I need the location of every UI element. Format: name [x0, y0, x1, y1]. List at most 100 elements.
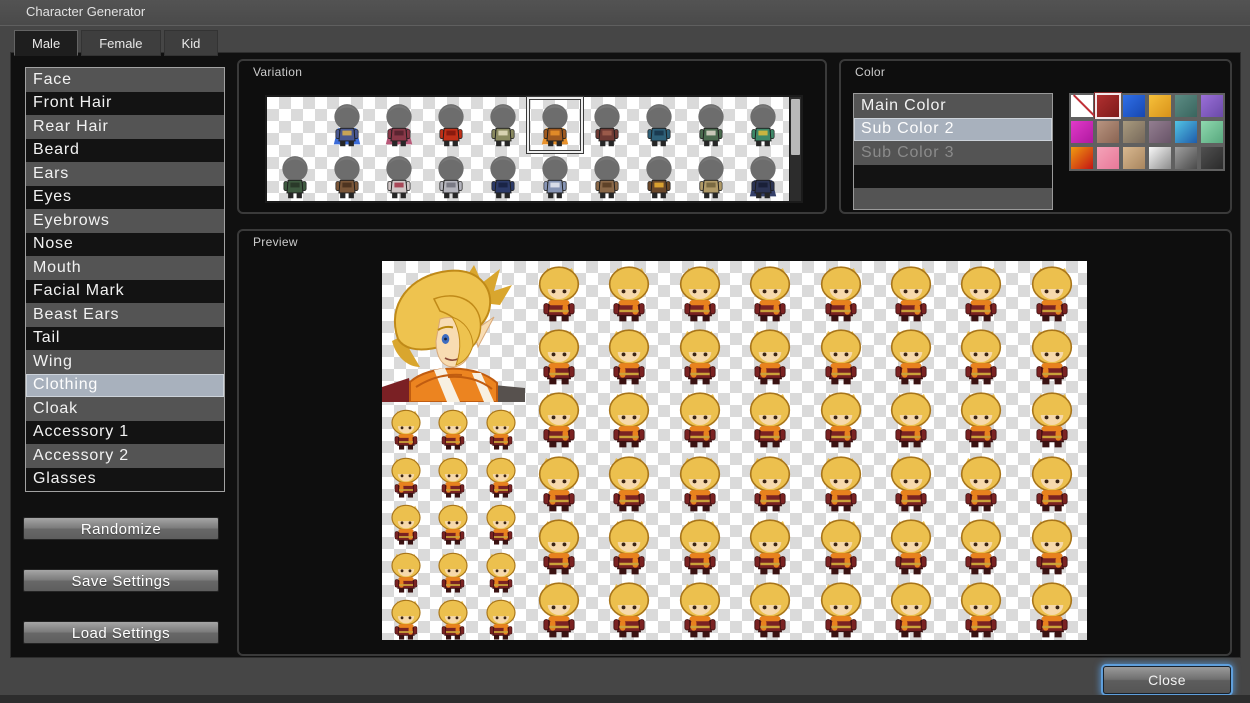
character-sprite	[434, 456, 472, 498]
character-sprite	[533, 454, 585, 512]
tab-male[interactable]: Male	[14, 30, 78, 56]
character-sprite	[955, 580, 1007, 638]
character-sprite	[885, 580, 937, 638]
variation-thumb[interactable]	[321, 151, 373, 203]
variation-thumb[interactable]	[633, 99, 685, 151]
parts-list-item-wing[interactable]: Wing	[26, 350, 224, 374]
gender-tabbar: MaleFemaleKid	[14, 30, 218, 56]
color-swatch[interactable]	[1199, 145, 1225, 171]
parts-list-item-face[interactable]: Face	[26, 68, 224, 92]
character-sprite	[674, 454, 726, 512]
variation-thumb[interactable]	[425, 99, 477, 151]
variation-thumb[interactable]	[373, 99, 425, 151]
character-sprite	[744, 327, 796, 385]
parts-list-item-mouth[interactable]: Mouth	[26, 256, 224, 280]
variation-scrollbar-thumb[interactable]	[791, 99, 800, 155]
parts-list-item-front-hair[interactable]: Front Hair	[26, 92, 224, 116]
character-sprite	[885, 454, 937, 512]
variation-thumb[interactable]	[581, 99, 633, 151]
character-sprite	[603, 517, 655, 575]
color-swatch[interactable]	[1121, 145, 1147, 171]
character-sprite	[533, 390, 585, 448]
variation-thumb[interactable]	[321, 99, 373, 151]
variation-thumb[interactable]	[269, 151, 321, 203]
color-swatch[interactable]	[1069, 145, 1095, 171]
variation-thumb[interactable]	[529, 151, 581, 203]
character-sprite	[603, 580, 655, 638]
character-sprite	[815, 327, 867, 385]
window-bottom-edge	[0, 695, 1250, 703]
variation-thumb[interactable]	[633, 151, 685, 203]
parts-list-item-nose[interactable]: Nose	[26, 233, 224, 257]
color-swatch[interactable]	[1121, 93, 1147, 119]
variation-thumb[interactable]	[529, 99, 581, 151]
variation-thumb-empty[interactable]	[269, 99, 321, 151]
character-sprite	[955, 264, 1007, 322]
parts-list-item-eyebrows[interactable]: Eyebrows	[26, 209, 224, 233]
parts-list-item-beast-ears[interactable]: Beast Ears	[26, 303, 224, 327]
main-frame: FaceFront HairRear HairBeardEarsEyesEyeb…	[10, 52, 1241, 658]
variation-thumb[interactable]	[737, 99, 789, 151]
parts-list-item-glasses[interactable]: Glasses	[26, 468, 224, 492]
variation-sprite	[535, 103, 575, 149]
color-swatch[interactable]	[1173, 145, 1199, 171]
variation-sprite	[639, 103, 679, 149]
character-sprite	[482, 503, 520, 545]
color-swatch[interactable]	[1147, 145, 1173, 171]
parts-list-item-cloak[interactable]: Cloak	[26, 397, 224, 421]
character-sprite	[744, 454, 796, 512]
color-channel-sub-color-2[interactable]: Sub Color 2	[854, 118, 1052, 142]
character-sprite	[744, 390, 796, 448]
variation-thumb[interactable]	[373, 151, 425, 203]
character-sprite	[1026, 390, 1078, 448]
character-sprite	[387, 408, 425, 450]
color-swatch[interactable]	[1095, 145, 1121, 171]
variation-thumb[interactable]	[477, 99, 529, 151]
variation-thumb[interactable]	[477, 151, 529, 203]
variation-sprite	[743, 103, 783, 149]
color-swatch[interactable]	[1173, 93, 1199, 119]
variation-thumb[interactable]	[737, 151, 789, 203]
parts-list-item-accessory-2[interactable]: Accessory 2	[26, 444, 224, 468]
color-channel-sub-color-3[interactable]: Sub Color 3	[854, 141, 1052, 165]
variation-thumb[interactable]	[685, 99, 737, 151]
tab-female[interactable]: Female	[81, 30, 160, 56]
variation-thumb[interactable]	[425, 151, 477, 203]
parts-list-item-facial-mark[interactable]: Facial Mark	[26, 280, 224, 304]
character-sprite	[955, 327, 1007, 385]
save-settings-button[interactable]: Save Settings	[23, 569, 219, 592]
color-swatch[interactable]	[1121, 119, 1147, 145]
parts-list-item-ears[interactable]: Ears	[26, 162, 224, 186]
character-sprite	[744, 264, 796, 322]
swatch-none[interactable]	[1069, 93, 1095, 119]
character-sprite	[885, 517, 937, 575]
close-button[interactable]: Close	[1103, 666, 1231, 694]
color-swatch[interactable]	[1095, 93, 1121, 119]
color-swatch[interactable]	[1199, 93, 1225, 119]
color-swatch[interactable]	[1147, 119, 1173, 145]
load-settings-button[interactable]: Load Settings	[23, 621, 219, 644]
character-sprite	[482, 456, 520, 498]
color-swatch[interactable]	[1095, 119, 1121, 145]
color-channel-main-color[interactable]: Main Color	[854, 94, 1052, 118]
tab-kid[interactable]: Kid	[164, 30, 219, 56]
variation-thumb[interactable]	[581, 151, 633, 203]
parts-list-item-rear-hair[interactable]: Rear Hair	[26, 115, 224, 139]
color-swatch[interactable]	[1069, 119, 1095, 145]
character-sprite	[1026, 454, 1078, 512]
color-swatch[interactable]	[1173, 119, 1199, 145]
parts-list-item-eyes[interactable]: Eyes	[26, 186, 224, 210]
character-sprite	[482, 598, 520, 640]
parts-list-item-accessory-1[interactable]: Accessory 1	[26, 421, 224, 445]
color-swatch[interactable]	[1199, 119, 1225, 145]
variation-scrollbar[interactable]	[789, 97, 801, 201]
parts-list-item-tail[interactable]: Tail	[26, 327, 224, 351]
variation-sprite	[275, 155, 315, 201]
variation-thumb[interactable]	[685, 151, 737, 203]
color-swatch[interactable]	[1147, 93, 1173, 119]
parts-list-item-beard[interactable]: Beard	[26, 139, 224, 163]
parts-list-item-clothing[interactable]: Clothing	[26, 374, 224, 398]
variation-sprite	[483, 155, 523, 201]
randomize-button[interactable]: Randomize	[23, 517, 219, 540]
character-sprite	[815, 517, 867, 575]
